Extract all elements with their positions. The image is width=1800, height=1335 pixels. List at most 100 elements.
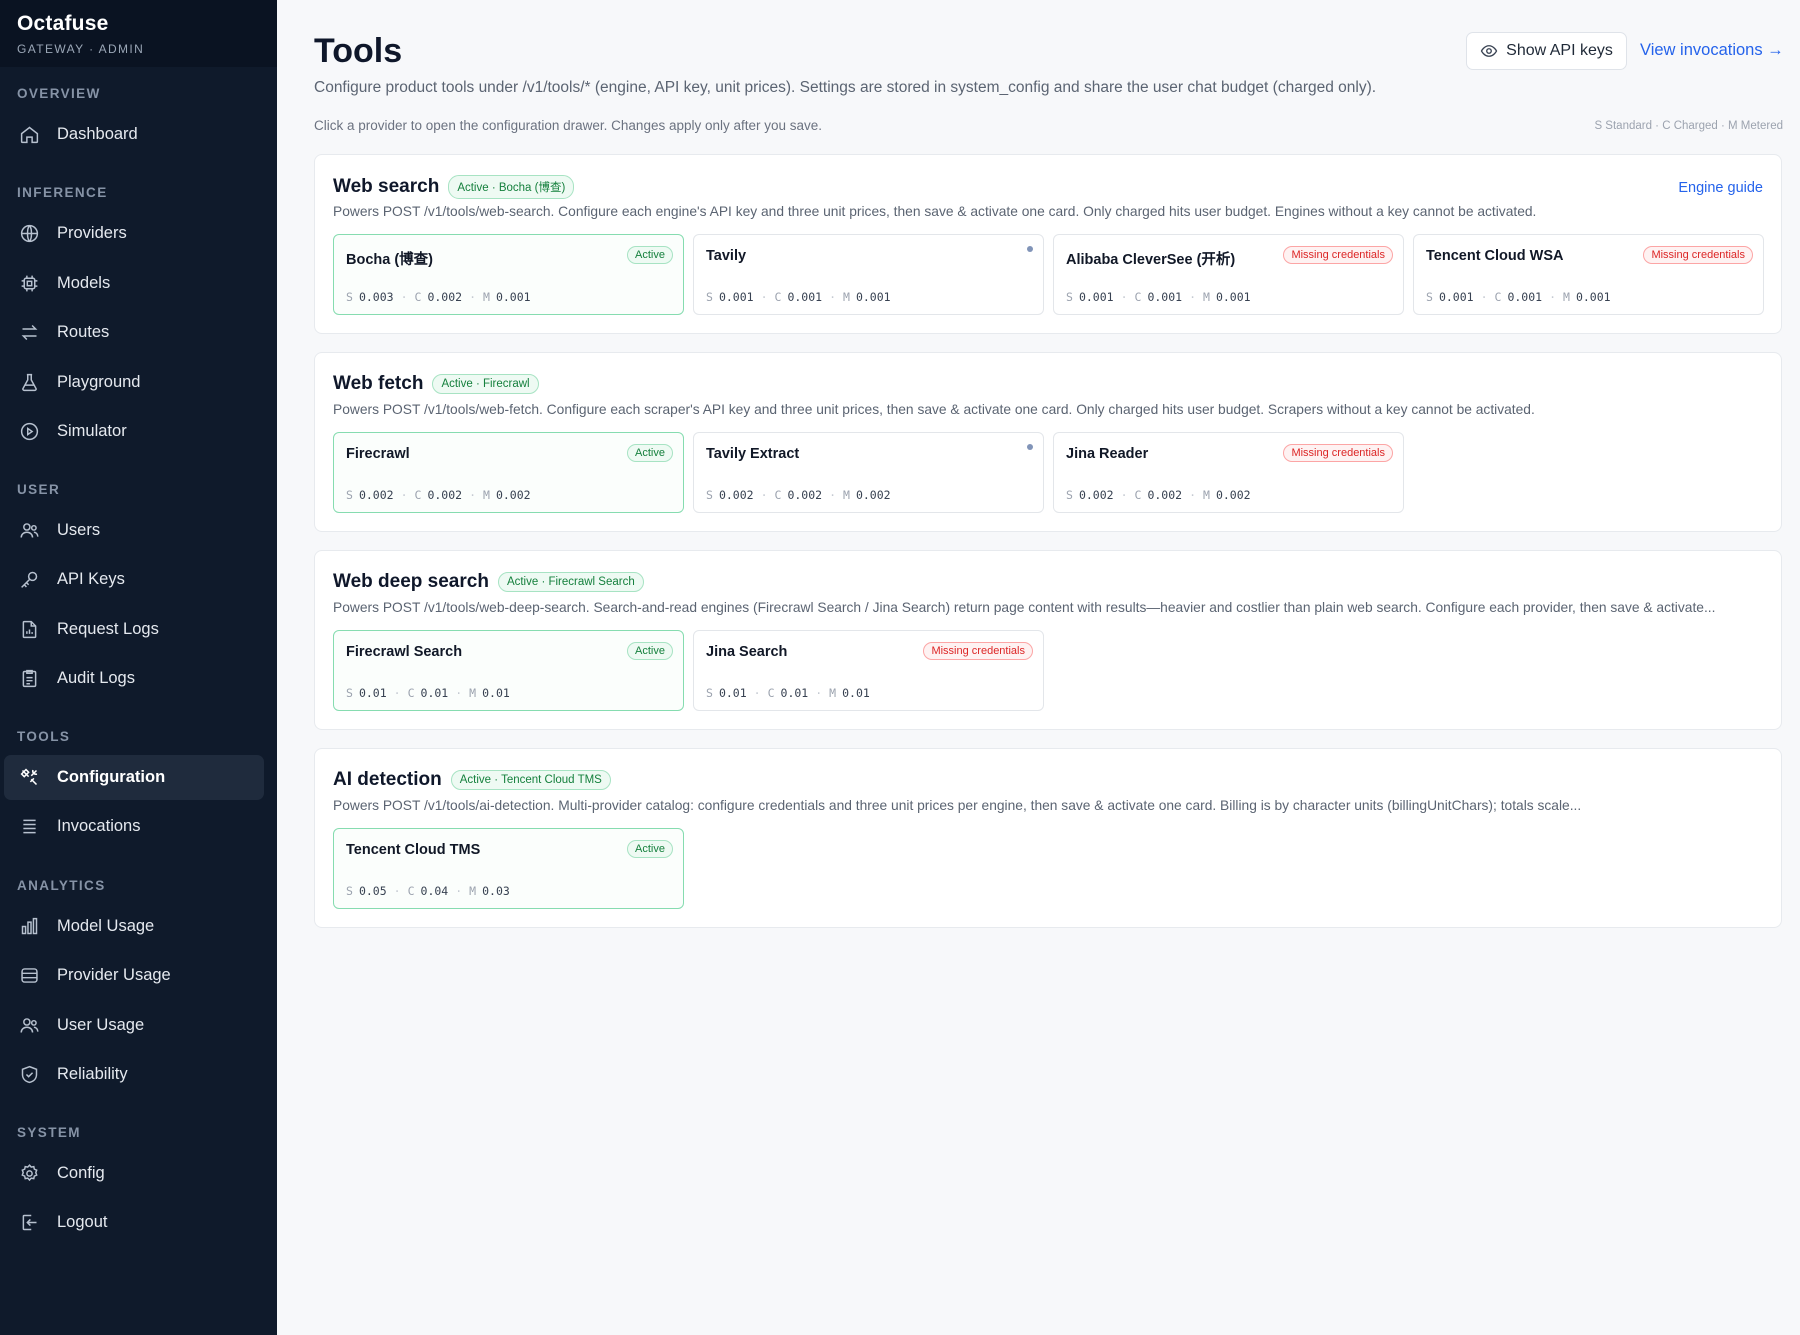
price-value-c: 0.002 <box>427 488 463 502</box>
sidebar-item-request-logs[interactable]: Request Logs <box>4 607 264 652</box>
provider-card[interactable]: Tencent Cloud TMS Active S 0.05 · C 0.04 · M 0.03 <box>333 828 684 909</box>
sidebar-item-users[interactable]: Users <box>4 508 264 553</box>
sidebar-item-configuration[interactable]: Configuration <box>4 755 264 800</box>
sidebar-item-label: Provider Usage <box>57 966 171 984</box>
sidebar-item-label: Configuration <box>57 768 166 786</box>
brand[interactable]: Octafuse GATEWAY · ADMIN <box>0 0 277 67</box>
show-api-keys-label: Show API keys <box>1506 42 1613 59</box>
price-label-c: C <box>407 686 415 700</box>
price-separator: · <box>1480 290 1488 304</box>
tool-section: Web search Active · Bocha (博查) Powers POST… <box>314 154 1782 334</box>
sidebar-item-invocations[interactable]: Invocations <box>4 804 264 849</box>
unit-prices: S 0.001 · C 0.001 · M 0.001 <box>1066 290 1251 304</box>
sidebar-item-providers[interactable]: Providers <box>4 211 264 256</box>
show-api-keys-button[interactable]: Show API keys <box>1466 32 1627 70</box>
clipboard-list-icon <box>18 668 40 690</box>
tool-section: Web fetch Active · Firecrawl Powers POST /… <box>314 352 1782 532</box>
provider-card[interactable]: Alibaba CleverSee (开析) Missing credential… <box>1053 234 1404 315</box>
sidebar-item-model-usage[interactable]: Model Usage <box>4 904 264 949</box>
price-value-s: 0.001 <box>718 290 754 304</box>
unit-prices: S 0.003 · C 0.002 · M 0.001 <box>346 290 531 304</box>
price-label-s: S <box>706 290 713 304</box>
price-value-c: 0.001 <box>787 290 823 304</box>
section-description: Powers POST /v1/tools/web-deep-search. S… <box>333 600 1716 615</box>
unit-prices: S 0.002 · C 0.002 · M 0.002 <box>706 488 891 502</box>
provider-card[interactable]: Bocha (博查) Active S 0.003 · C 0.002 · M 0.001 <box>333 234 684 315</box>
provider-name: Tencent Cloud TMS <box>346 842 481 858</box>
price-separator: · <box>829 290 836 304</box>
provider-name: Jina Search <box>706 644 788 660</box>
price-separator: · <box>469 290 476 304</box>
provider-card[interactable]: Jina Search Missing credentials S 0.01 · C 0.0… <box>693 630 1044 711</box>
provider-card[interactable]: Tencent Cloud WSA Missing credentials S 0.0… <box>1413 234 1764 315</box>
price-separator: · <box>469 488 476 502</box>
section-title: Web deep search <box>333 571 489 592</box>
price-label-c: C <box>1134 488 1142 502</box>
price-value-m: 0.001 <box>495 290 531 304</box>
section-title: Web search <box>333 176 440 197</box>
sidebar-item-logout[interactable]: Logout <box>4 1200 264 1245</box>
provider-card[interactable]: Firecrawl Search Active S 0.01 · C 0.01 · M 0.01 <box>333 630 684 711</box>
price-label-c: C <box>774 488 782 502</box>
list-icon <box>18 816 40 838</box>
price-label-s: S <box>706 686 713 700</box>
price-value-s: 0.002 <box>358 488 394 502</box>
price-value-s: 0.001 <box>1078 290 1114 304</box>
sidebar-item-routes[interactable]: Routes <box>4 310 264 355</box>
sidebar-item-reliability[interactable]: Reliability <box>4 1052 264 1097</box>
unit-prices: S 0.001 · C 0.001 · M 0.001 <box>706 290 891 304</box>
sidebar-item-audit-logs[interactable]: Audit Logs <box>4 656 264 701</box>
database-icon <box>18 965 40 987</box>
status-badge-missing-credentials: Missing credentials <box>1643 246 1753 264</box>
provider-name: Alibaba CleverSee (开析) <box>1066 252 1236 268</box>
sidebar-item-label: Simulator <box>57 422 127 440</box>
section-title: Web fetch <box>333 373 424 394</box>
provider-card[interactable]: Jina Reader Missing credentials S 0.002 · C 0.… <box>1053 432 1404 513</box>
brand-name: Octafuse <box>17 12 109 35</box>
sidebar-item-user-usage[interactable]: User Usage <box>4 1003 264 1048</box>
brand-subtitle: GATEWAY · ADMIN <box>17 42 145 56</box>
view-invocations-link[interactable]: View invocations → <box>1640 41 1784 60</box>
price-value-s: 0.05 <box>358 884 387 898</box>
page-title: Tools <box>314 32 403 70</box>
unit-prices: S 0.002 · C 0.002 · M 0.002 <box>346 488 531 502</box>
price-value-c: 0.001 <box>1507 290 1543 304</box>
flask-icon <box>18 372 40 394</box>
price-label-c: C <box>1134 290 1142 304</box>
sidebar-item-label: Models <box>57 274 111 292</box>
sidebar-item-playground[interactable]: Playground <box>4 360 264 405</box>
tool-section: Web deep search Active · Firecrawl Search… <box>314 550 1782 730</box>
section-active-badge: Active · Firecrawl <box>432 374 539 394</box>
price-label-c: C <box>767 686 775 700</box>
price-label-c: C <box>414 488 422 502</box>
sidebar-item-api-keys[interactable]: API Keys <box>4 557 264 602</box>
provider-card[interactable]: Tavily S 0.001 · C 0.001 · M 0.001 <box>693 234 1044 315</box>
sidebar-item-dashboard[interactable]: Dashboard <box>4 112 264 157</box>
price-label-s: S <box>346 290 353 304</box>
tool-section: AI detection Active · Tencent Cloud TMS Po… <box>314 748 1782 928</box>
price-label-s: S <box>346 686 353 700</box>
price-value-c: 0.001 <box>1147 290 1183 304</box>
section-description: Powers POST /v1/tools/web-fetch. Configu… <box>333 402 1535 417</box>
status-badge-missing-credentials: Missing credentials <box>1283 444 1393 462</box>
unit-prices: S 0.01 · C 0.01 · M 0.01 <box>706 686 870 700</box>
provider-card[interactable]: Tavily Extract S 0.002 · C 0.002 · M 0.002 <box>693 432 1044 513</box>
engine-guide-link[interactable]: Engine guide <box>1678 180 1763 196</box>
price-label-m: M <box>1203 290 1210 304</box>
status-badge-missing-credentials: Missing credentials <box>1283 246 1393 264</box>
provider-card[interactable]: Firecrawl Active S 0.002 · C 0.002 · M 0.002 <box>333 432 684 513</box>
sidebar-item-models[interactable]: Models <box>4 261 264 306</box>
nav-section-system: SYSTEM <box>17 1125 81 1140</box>
price-label-c: C <box>1494 290 1502 304</box>
sidebar-item-simulator[interactable]: Simulator <box>4 409 264 454</box>
sidebar-item-config[interactable]: Config <box>4 1151 264 1196</box>
cpu-icon <box>18 273 40 295</box>
sidebar-item-label: Audit Logs <box>57 669 135 687</box>
globe-icon <box>18 223 40 245</box>
unit-prices: S 0.002 · C 0.002 · M 0.002 <box>1066 488 1251 502</box>
price-legend: S Standard · C Charged · M Metered <box>1594 120 1783 132</box>
sidebar-item-provider-usage[interactable]: Provider Usage <box>4 953 264 998</box>
price-label-m: M <box>1563 290 1570 304</box>
price-label-s: S <box>346 488 353 502</box>
price-value-s: 0.002 <box>718 488 754 502</box>
